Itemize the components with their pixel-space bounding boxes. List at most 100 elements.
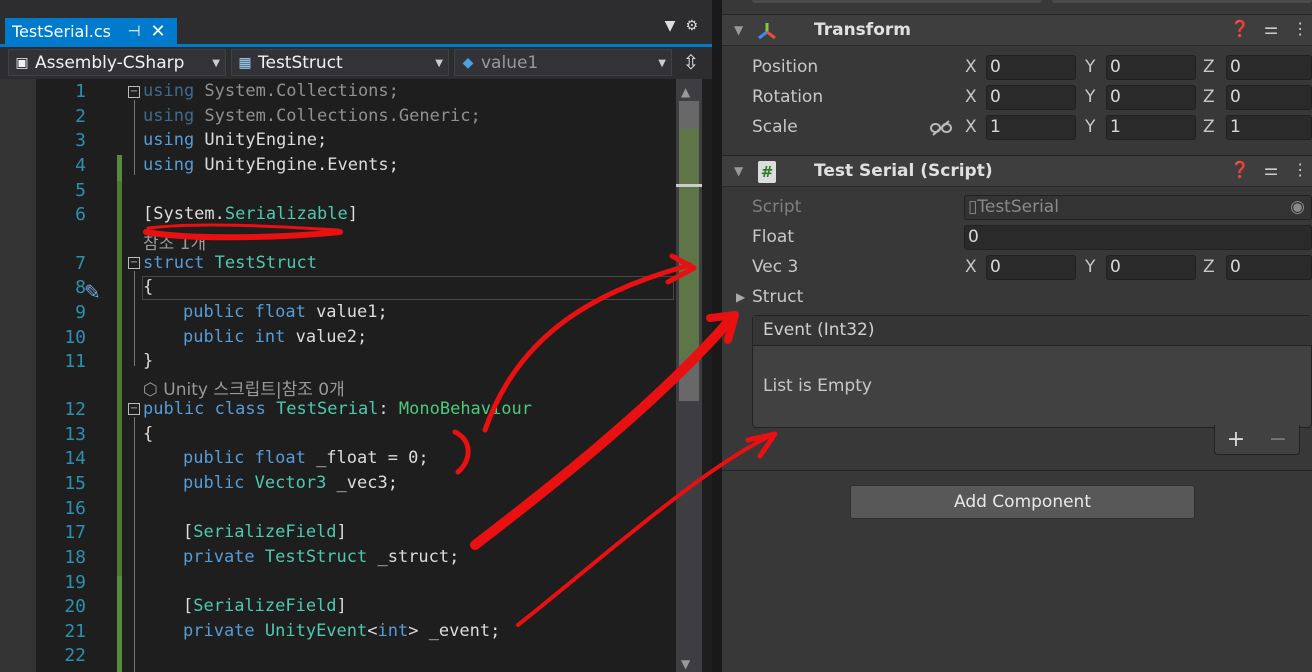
object-picker-icon[interactable]: ◉ [1290, 196, 1305, 219]
code-line-3[interactable]: using UnityEngine; [143, 130, 327, 150]
foldout-closed-icon[interactable]: ▶ [736, 290, 745, 304]
scale-y-field[interactable]: 1 [1106, 115, 1196, 140]
transform-icon [758, 23, 776, 40]
codelens-references[interactable]: 참조 1개 [143, 229, 206, 254]
test-serial-header[interactable]: ▼ # Test Serial (Script) ❓ ⚌ ⋮ [722, 155, 1312, 187]
axis-x-label[interactable]: X [965, 87, 977, 107]
axis-z-label[interactable]: Z [1203, 87, 1215, 107]
line-number: 10 [64, 327, 86, 348]
tab-list-dropdown-icon[interactable]: ▼ [665, 18, 676, 34]
glyph-margin [0, 79, 36, 672]
script-row: Script ▯TestSerial ◉ [722, 194, 1312, 222]
code-line-4[interactable]: using UnityEngine.Events; [143, 155, 399, 175]
code-line-17[interactable]: [SerializeField] [183, 522, 347, 542]
preset-icon[interactable]: ⚌ [1264, 160, 1278, 179]
axis-z-label[interactable]: Z [1203, 117, 1215, 137]
gear-icon[interactable]: ⚙ [685, 18, 698, 34]
split-window-icon[interactable]: ⇳ [676, 49, 706, 76]
vertical-scrollbar[interactable]: ▲ ▼ [676, 79, 702, 672]
unity-event-box: Event (Int32) List is Empty [752, 315, 1312, 428]
remove-listener-button[interactable]: − [1269, 427, 1287, 452]
position-x-field[interactable]: 0 [986, 55, 1076, 80]
code-line-12[interactable]: public class TestSerial: MonoBehaviour [143, 399, 532, 419]
help-icon[interactable]: ❓ [1230, 19, 1250, 38]
member-dropdown-label: value1 [481, 52, 539, 73]
code-line-14[interactable]: public float _float = 0; [183, 448, 429, 468]
kebab-menu-icon[interactable]: ⋮ [1292, 19, 1308, 38]
vec3-y-field[interactable]: 0 [1106, 255, 1196, 280]
script-icon: ▯ [968, 197, 978, 217]
rotation-x-field[interactable]: 0 [986, 85, 1076, 110]
code-line-1[interactable]: using System.Collections; [143, 81, 399, 101]
member-dropdown[interactable]: ◆ value1 ▼ [454, 49, 672, 76]
transform-header[interactable]: ▼ Transform ❓ ⚌ ⋮ [722, 14, 1312, 46]
foldout-open-icon[interactable]: ▼ [734, 23, 743, 37]
scroll-up-icon[interactable]: ▲ [681, 85, 690, 99]
axis-y-label[interactable]: Y [1085, 117, 1095, 137]
preset-icon[interactable]: ⚌ [1264, 19, 1278, 38]
struct-row[interactable]: ▶ Struct [722, 284, 1312, 312]
rotation-z-field[interactable]: 0 [1226, 85, 1312, 110]
line-number: 22 [64, 645, 86, 666]
line-number: 14 [64, 448, 86, 469]
axis-x-label[interactable]: X [965, 257, 977, 277]
code-line-20[interactable]: [SerializeField] [183, 596, 347, 616]
tab-strip: TestSerial.cs ⊣ ✕ ▼ ⚙ [0, 0, 712, 44]
code-line-2[interactable]: using System.Collections.Generic; [143, 106, 481, 126]
script-object-field[interactable]: ▯TestSerial ◉ [964, 195, 1312, 220]
axis-y-label[interactable]: Y [1085, 257, 1095, 277]
fold-toggle[interactable]: − [128, 257, 140, 269]
scroll-down-icon[interactable]: ▼ [681, 657, 690, 671]
code-line-15[interactable]: public Vector3 _vec3; [183, 473, 398, 493]
position-z-field[interactable]: 0 [1226, 55, 1312, 80]
code-line-21[interactable]: private UnityEvent<int> _event; [183, 621, 500, 641]
help-icon[interactable]: ❓ [1230, 160, 1250, 179]
axis-x-label[interactable]: X [965, 117, 977, 137]
kebab-menu-icon[interactable]: ⋮ [1292, 160, 1308, 179]
vec3-z-field[interactable]: 0 [1226, 255, 1312, 280]
float-field[interactable]: 0 [964, 225, 1312, 250]
project-icon: ▣ [15, 54, 29, 71]
code-line-8[interactable]: { [143, 277, 153, 297]
rotation-y-field[interactable]: 0 [1106, 85, 1196, 110]
close-icon[interactable]: ✕ [146, 21, 170, 42]
code-line-6[interactable]: [System.Serializable] [143, 204, 358, 224]
float-row: Float 0 [722, 224, 1312, 252]
pin-icon[interactable]: ⊣ [122, 22, 146, 40]
fold-toggle[interactable]: − [128, 403, 140, 415]
type-dropdown-label: TestStruct [258, 52, 343, 73]
code-line-9[interactable]: public float value1; [183, 302, 388, 322]
project-dropdown[interactable]: ▣ Assembly-CSharp ▼ [8, 49, 226, 76]
code-line-10[interactable]: public int value2; [183, 327, 367, 347]
vec3-x-field[interactable]: 0 [986, 255, 1076, 280]
foldout-open-icon[interactable]: ▼ [734, 164, 743, 178]
code-line-7[interactable]: struct TestStruct [143, 253, 317, 273]
position-y-field[interactable]: 0 [1106, 55, 1196, 80]
axis-z-label[interactable]: Z [1203, 57, 1215, 77]
quick-action-screwdriver-icon[interactable]: ✎ [84, 280, 101, 304]
code-line-11[interactable]: } [143, 351, 153, 371]
constrain-proportions-icon[interactable] [930, 120, 952, 136]
chevron-down-icon: ▼ [658, 58, 666, 69]
axis-y-label[interactable]: Y [1085, 87, 1095, 107]
axis-x-label[interactable]: X [965, 57, 977, 77]
code-line-13[interactable]: { [143, 424, 153, 444]
axis-y-label[interactable]: Y [1085, 57, 1095, 77]
line-number: 19 [64, 572, 86, 593]
inspector-panel: ▼ Transform ❓ ⚌ ⋮ Position X 0 Y 0 Z 0 R… [722, 0, 1312, 672]
change-marker [117, 181, 122, 576]
line-number: 13 [64, 424, 86, 445]
axis-z-label[interactable]: Z [1203, 257, 1215, 277]
add-listener-button[interactable]: + [1227, 427, 1245, 452]
code-line-18[interactable]: private TestStruct _struct; [183, 547, 459, 567]
add-component-button[interactable]: Add Component [850, 485, 1195, 519]
scale-z-field[interactable]: 1 [1226, 115, 1312, 140]
tab-testserial[interactable]: TestSerial.cs ⊣ ✕ [5, 18, 177, 44]
struct-label[interactable]: Struct [752, 287, 803, 307]
type-dropdown[interactable]: ▦ TestStruct ▼ [231, 49, 449, 76]
fold-toggle[interactable]: − [128, 86, 140, 98]
codelens-unity[interactable]: ⬡ Unity 스크립트|참조 0개 [143, 375, 345, 400]
scale-x-field[interactable]: 1 [986, 115, 1076, 140]
line-number: 7 [75, 253, 86, 274]
panel-separator[interactable] [712, 0, 722, 672]
